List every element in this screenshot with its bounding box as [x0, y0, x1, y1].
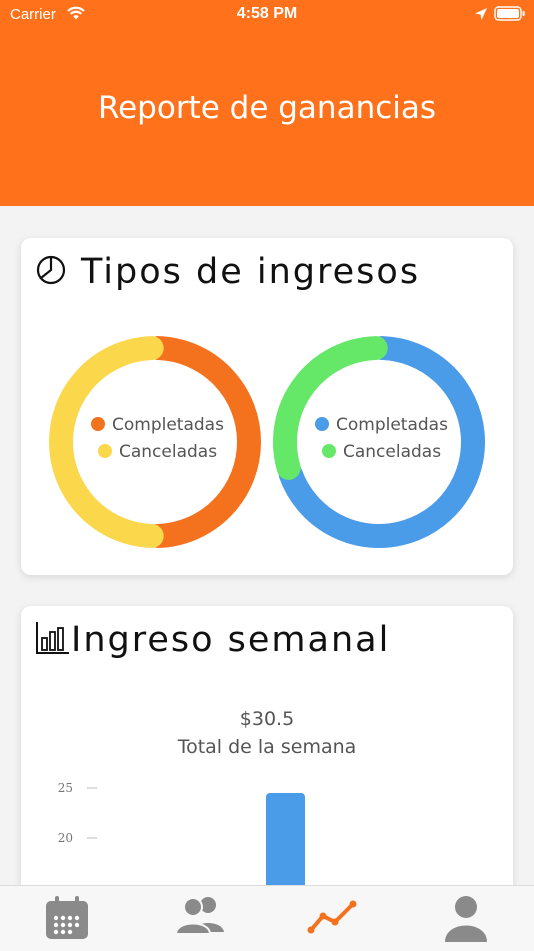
app-header: Reporte de ganancias — [0, 28, 534, 206]
income-types-card: Tipos de ingresos Completadas Canceladas… — [21, 238, 513, 575]
y-tick-label: 20 — [58, 831, 73, 845]
tab-users[interactable] — [133, 886, 266, 951]
legend-dot-canceladas — [98, 444, 112, 458]
legend-label-canceladas: Canceladas — [119, 442, 218, 462]
calendar-icon — [45, 896, 88, 939]
bar-chart-icon — [36, 622, 69, 654]
legend-item-completadas: Completadas — [91, 415, 224, 435]
tab-reports[interactable] — [266, 886, 399, 951]
page-title: Reporte de ganancias — [97, 90, 437, 126]
trend-icon — [307, 900, 356, 934]
legend-item-canceladas: Canceladas — [322, 442, 441, 462]
legend-item-completadas: Completadas — [315, 415, 448, 435]
legend-label-completadas: Completadas — [112, 415, 224, 435]
legend-label-canceladas: Canceladas — [343, 442, 442, 462]
weekly-total-label: Total de la semana — [177, 736, 357, 758]
location-arrow-icon — [475, 8, 487, 20]
tab-calendar[interactable] — [0, 886, 133, 951]
pie-chart-icon — [36, 255, 66, 285]
tab-profile[interactable] — [399, 886, 532, 951]
status-bar: Carrier 4:58 PM — [0, 0, 534, 28]
y-tick-label: 25 — [58, 781, 73, 795]
status-time: 4:58 PM — [236, 5, 298, 22]
legend-label-completadas: Completadas — [336, 415, 448, 435]
donut-legend-1: Completadas Canceladas — [49, 336, 261, 548]
weekly-total-value: $30.5 — [239, 708, 295, 730]
donut-legend-2: Completadas Canceladas — [273, 336, 485, 548]
income-types-title: Tipos de ingresos — [81, 252, 421, 292]
battery-icon — [494, 6, 525, 21]
weekly-income-title: Ingreso semanal — [71, 620, 391, 660]
legend-item-canceladas: Canceladas — [98, 442, 217, 462]
legend-dot-completadas — [315, 417, 329, 431]
legend-dot-completadas — [91, 417, 105, 431]
users-icon — [174, 897, 224, 935]
tab-bar — [0, 885, 534, 951]
weekly-income-card: Ingreso semanal $30.5 Total de la semana… — [21, 606, 513, 906]
profile-icon — [444, 896, 487, 942]
legend-dot-canceladas — [322, 444, 336, 458]
